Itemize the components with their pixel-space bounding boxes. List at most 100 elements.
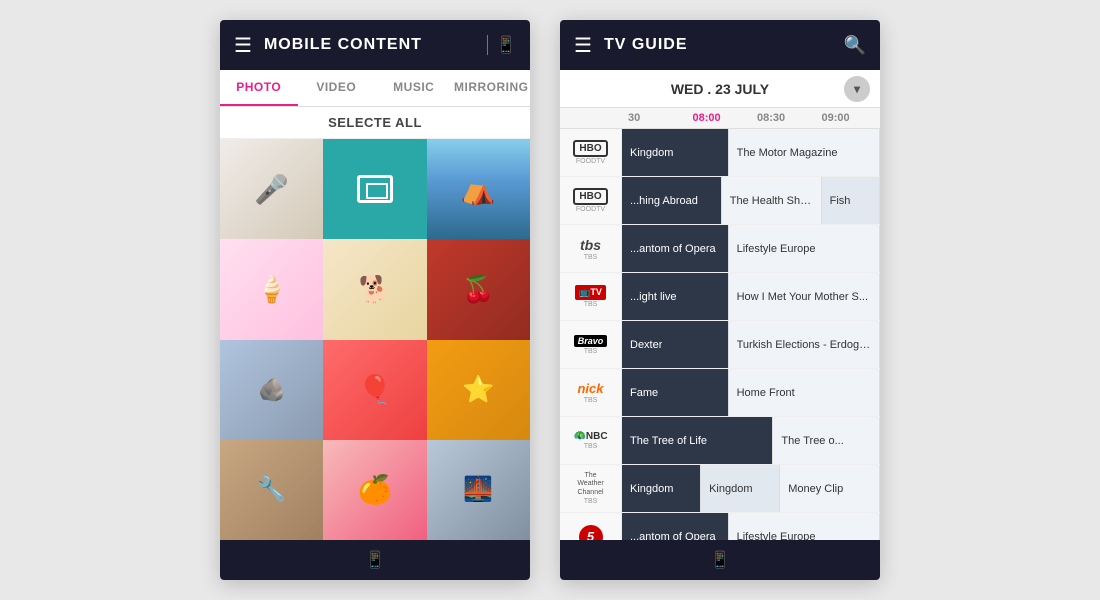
- photo-cell-mic[interactable]: [220, 139, 323, 239]
- program-label: Money Clip: [788, 483, 843, 495]
- photo-cell-balloon[interactable]: [323, 340, 426, 440]
- programs-row-2: ...hing Abroad The Health Show Fish: [622, 177, 880, 224]
- photo-cell-tools[interactable]: [220, 440, 323, 540]
- programs-row-8: Kingdom Kingdom Money Clip: [622, 465, 880, 512]
- tv-logo: 📺TV: [575, 285, 606, 300]
- date-dropdown-button[interactable]: ▾: [844, 76, 870, 102]
- mobile-title: MOBILE CONTENT: [264, 36, 487, 54]
- channel-sub-1: FOODTV: [576, 158, 605, 165]
- program-howimetym[interactable]: How I Met Your Mother S...: [729, 273, 880, 320]
- program-kingdom-w2[interactable]: Kingdom: [701, 465, 780, 512]
- program-label: ...antom of Opera: [630, 531, 716, 541]
- time-slot-2: 08:30: [751, 108, 816, 128]
- program-phantom2[interactable]: ...antom of Opera: [622, 513, 729, 540]
- phone-footer-icon[interactable]: 📱: [365, 550, 385, 570]
- photo-cell-stones[interactable]: [220, 340, 323, 440]
- program-motor-magazine[interactable]: The Motor Magazine: [729, 129, 880, 176]
- program-label: Fish: [830, 195, 851, 207]
- program-kingdom-1[interactable]: Kingdom: [622, 129, 729, 176]
- tv-phone-footer-icon[interactable]: 📱: [710, 550, 730, 570]
- programs-row-5: Dexter Turkish Elections - Erdogan P...: [622, 321, 880, 368]
- mobile-footer: 📱: [220, 540, 530, 580]
- program-tonight[interactable]: ...ight live: [622, 273, 729, 320]
- bravo-logo: Bravo: [574, 335, 608, 347]
- program-label: How I Met Your Mother S...: [737, 291, 868, 303]
- weather-logo: TheWeatherChannel: [577, 472, 603, 497]
- guide-row-tv: 📺TV TBS ...ight live How I Met Your Moth…: [560, 273, 880, 321]
- program-fame[interactable]: Fame: [622, 369, 729, 416]
- photo-cell-starfish[interactable]: [427, 340, 530, 440]
- program-turkish[interactable]: Turkish Elections - Erdogan P...: [729, 321, 880, 368]
- channel-sub-6: TBS: [584, 397, 598, 404]
- channel-ch5[interactable]: 5: [560, 513, 622, 540]
- guide-content: HBO FOODTV Kingdom The Motor Magazine HB…: [560, 129, 880, 540]
- programs-row-6: Fame Home Front: [622, 369, 880, 416]
- program-moneyclip[interactable]: Money Clip: [780, 465, 880, 512]
- ch5-logo: 5: [579, 525, 603, 541]
- time-slots: 30 08:00 08:30 09:00: [622, 108, 880, 128]
- channel-nbc[interactable]: 🦚NBC TBS: [560, 417, 622, 464]
- channel-sub-7: TBS: [584, 443, 598, 450]
- date-bar: WED . 23 JULY ▾: [560, 70, 880, 108]
- program-kingdom-w1[interactable]: Kingdom: [622, 465, 701, 512]
- channel-tv[interactable]: 📺TV TBS: [560, 273, 622, 320]
- program-label: ...ight live: [630, 291, 676, 303]
- channel-sub-2: FOODTV: [576, 206, 605, 213]
- selected-icon: [357, 175, 393, 203]
- program-treeoflife2[interactable]: The Tree o...: [773, 417, 880, 464]
- program-fish[interactable]: Fish: [822, 177, 880, 224]
- channel-col-header: [560, 108, 622, 128]
- program-treeoflife1[interactable]: The Tree of Life: [622, 417, 773, 464]
- programs-row-4: ...ight live How I Met Your Mother S...: [622, 273, 880, 320]
- cast-icon[interactable]: 📱: [496, 35, 516, 55]
- channel-sub-8: TBS: [584, 498, 598, 505]
- program-homefront[interactable]: Home Front: [729, 369, 880, 416]
- photo-cell-selected[interactable]: [323, 139, 426, 239]
- photo-cell-tent[interactable]: [427, 139, 530, 239]
- photo-grid: [220, 139, 530, 540]
- search-icon[interactable]: 🔍: [844, 35, 866, 56]
- channel-bravo[interactable]: Bravo TBS: [560, 321, 622, 368]
- header-divider: [487, 35, 488, 55]
- tv-title: TV GUIDE: [604, 36, 844, 54]
- program-label: The Tree of Life: [630, 435, 707, 447]
- program-phantom1[interactable]: ...antom of Opera: [622, 225, 729, 272]
- program-label: Kingdom: [630, 483, 673, 495]
- tv-guide-screen: ☰ TV GUIDE 🔍 WED . 23 JULY ▾ 30 08:00 08…: [560, 20, 880, 580]
- program-label: Turkish Elections - Erdogan P...: [737, 339, 871, 351]
- menu-icon[interactable]: ☰: [234, 33, 252, 58]
- tab-mirroring[interactable]: MIRRORING: [453, 70, 531, 106]
- nick-logo: nick: [577, 381, 603, 396]
- channel-weather[interactable]: TheWeatherChannel TBS: [560, 465, 622, 512]
- channel-hbo1[interactable]: HBO FOODTV: [560, 129, 622, 176]
- tab-photo[interactable]: PHOTO: [220, 70, 298, 106]
- program-dexter[interactable]: Dexter: [622, 321, 729, 368]
- photo-cell-icecream[interactable]: [220, 239, 323, 339]
- channel-tbs1[interactable]: tbs TBS: [560, 225, 622, 272]
- channel-hbo2[interactable]: HBO FOODTV: [560, 177, 622, 224]
- channel-sub-3: TBS: [584, 254, 598, 261]
- program-lifestyle1[interactable]: Lifestyle Europe: [729, 225, 880, 272]
- hbo-logo-2: HBO: [573, 188, 607, 205]
- program-label: ...hing Abroad: [630, 195, 698, 207]
- programs-row-1: Kingdom The Motor Magazine: [622, 129, 880, 176]
- program-lifestyle2[interactable]: Lifestyle Europe: [729, 513, 880, 540]
- tab-music[interactable]: MUSIC: [375, 70, 453, 106]
- program-health-show[interactable]: The Health Show: [722, 177, 822, 224]
- channel-nick[interactable]: nick TBS: [560, 369, 622, 416]
- photo-cell-dog[interactable]: [323, 239, 426, 339]
- select-all-bar[interactable]: SELECTE ALL: [220, 107, 530, 139]
- program-label: The Tree o...: [781, 435, 843, 447]
- time-slot-1: 08:00: [687, 108, 752, 128]
- tv-menu-icon[interactable]: ☰: [574, 33, 592, 58]
- tv-header: ☰ TV GUIDE 🔍: [560, 20, 880, 70]
- photo-cell-bridge[interactable]: [427, 440, 530, 540]
- photo-cell-cherries[interactable]: [427, 239, 530, 339]
- program-fishing[interactable]: ...hing Abroad: [622, 177, 722, 224]
- tab-video[interactable]: VIDEO: [298, 70, 376, 106]
- guide-row-weather: TheWeatherChannel TBS Kingdom Kingdom Mo…: [560, 465, 880, 513]
- channel-sub-5: TBS: [584, 348, 598, 355]
- photo-cell-grapefruit[interactable]: [323, 440, 426, 540]
- guide-row-nick: nick TBS Fame Home Front: [560, 369, 880, 417]
- program-label: The Motor Magazine: [737, 147, 838, 159]
